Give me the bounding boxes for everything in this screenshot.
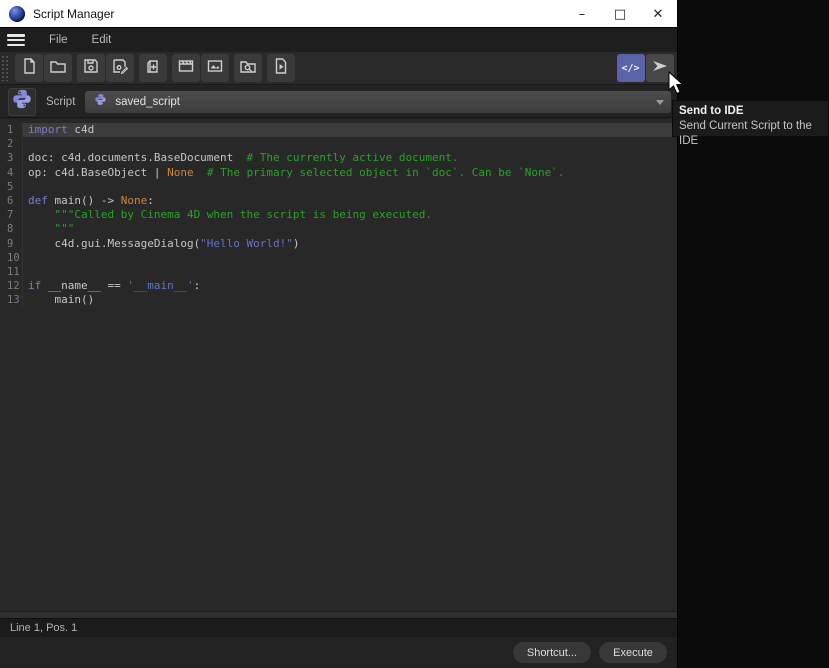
menu-file[interactable]: File xyxy=(37,34,80,46)
file-play-icon xyxy=(272,57,290,80)
code-line[interactable]: 10 xyxy=(0,251,677,265)
save-icon xyxy=(82,57,100,80)
menu-edit[interactable]: Edit xyxy=(80,34,124,46)
tooltip-description: Send Current Script to the IDE xyxy=(679,119,822,149)
mouse-cursor xyxy=(668,71,686,102)
code-line[interactable]: 6def main() -> None: xyxy=(0,194,677,208)
script-selector-row: Script saved_script xyxy=(0,86,677,118)
code-text xyxy=(22,137,677,151)
code-text: def main() -> None: xyxy=(22,194,677,208)
cursor-position-status: Line 1, Pos. 1 xyxy=(10,622,77,634)
python-logo-icon xyxy=(11,88,33,115)
maximize-button[interactable]: □ xyxy=(601,0,639,28)
code-line[interactable]: 2 xyxy=(0,137,677,151)
menubar: File Edit xyxy=(0,28,677,52)
code-text: """ xyxy=(22,222,677,236)
save-script-button[interactable] xyxy=(77,54,105,82)
new-script-icon xyxy=(20,57,38,80)
python-small-icon xyxy=(94,93,107,111)
code-text: main() xyxy=(22,293,677,307)
line-number: 1 xyxy=(0,123,22,137)
script-label: Script xyxy=(46,96,75,108)
open-folder-icon xyxy=(49,57,67,80)
line-number: 6 xyxy=(0,194,22,208)
titlebar[interactable]: Script Manager – □ ✕ xyxy=(0,0,677,28)
line-number: 9 xyxy=(0,237,22,251)
film-clapper-icon xyxy=(177,57,195,80)
new-script-button[interactable] xyxy=(15,54,43,82)
chevron-down-icon xyxy=(656,100,664,105)
close-button[interactable]: ✕ xyxy=(639,0,677,28)
open-script-button[interactable] xyxy=(44,54,72,82)
code-line[interactable]: 8 """ xyxy=(0,222,677,236)
window-controls: – □ ✕ xyxy=(563,0,677,28)
code-line[interactable]: 3doc: c4d.documents.BaseDocument # The c… xyxy=(0,151,677,165)
toolbar: </> xyxy=(0,52,677,85)
code-text: import c4d xyxy=(22,123,677,137)
desktop-background: Script Manager – □ ✕ File Edit xyxy=(0,0,829,668)
code-line[interactable]: 13 main() xyxy=(0,293,677,307)
minimize-button[interactable]: – xyxy=(563,0,601,28)
save-script-as-button[interactable] xyxy=(106,54,134,82)
code-text: c4d.gui.MessageDialog("Hello World!") xyxy=(22,237,677,251)
execute-button[interactable]: Execute xyxy=(599,642,667,663)
film-button[interactable] xyxy=(172,54,200,82)
tooltip-title: Send to IDE xyxy=(679,104,822,119)
code-text: """Called by Cinema 4D when the script i… xyxy=(22,208,677,222)
code-text: doc: c4d.documents.BaseDocument # The cu… xyxy=(22,151,677,165)
code-text xyxy=(22,251,677,265)
save-as-icon xyxy=(111,57,129,80)
line-number: 3 xyxy=(0,151,22,165)
code-line[interactable]: 1import c4d xyxy=(0,123,677,137)
duplicate-plus-icon xyxy=(144,57,162,80)
run-script-button[interactable] xyxy=(267,54,295,82)
folder-search-icon xyxy=(239,57,257,80)
script-dropdown-value: saved_script xyxy=(115,96,180,108)
script-dropdown[interactable]: saved_script xyxy=(85,91,671,113)
cinema4d-logo-icon xyxy=(9,6,25,22)
horizontal-scrollbar-track[interactable] xyxy=(0,611,677,618)
code-line[interactable]: 11 xyxy=(0,265,677,279)
browse-scripts-button[interactable] xyxy=(234,54,262,82)
line-number: 10 xyxy=(0,251,22,265)
code-line[interactable]: 4op: c4d.BaseObject | None # The primary… xyxy=(0,166,677,180)
line-number: 2 xyxy=(0,137,22,151)
code-line[interactable]: 5 xyxy=(0,180,677,194)
code-text xyxy=(22,180,677,194)
image-icon xyxy=(206,57,224,80)
image-button[interactable] xyxy=(201,54,229,82)
hamburger-menu-icon[interactable] xyxy=(7,34,25,46)
code-lines: 1import c4d23doc: c4d.documents.BaseDocu… xyxy=(0,123,677,307)
code-line[interactable]: 7 """Called by Cinema 4D when the script… xyxy=(0,208,677,222)
line-number: 8 xyxy=(0,222,22,236)
code-editor[interactable]: 1import c4d23doc: c4d.documents.BaseDocu… xyxy=(0,119,677,611)
line-number: 7 xyxy=(0,208,22,222)
footer-bar: Shortcut... Execute xyxy=(0,637,677,668)
code-text: op: c4d.BaseObject | None # The primary … xyxy=(22,166,677,180)
shortcut-button[interactable]: Shortcut... xyxy=(513,642,591,663)
code-text: if __name__ == '__main__': xyxy=(22,279,677,293)
script-manager-window: Script Manager – □ ✕ File Edit xyxy=(0,0,678,668)
statusbar: Line 1, Pos. 1 xyxy=(0,618,677,637)
send-to-ide-tooltip: Send to IDE Send Current Script to the I… xyxy=(672,100,829,137)
send-to-ide-icon xyxy=(650,56,670,81)
python-script-button[interactable] xyxy=(8,88,36,116)
line-number: 11 xyxy=(0,265,22,279)
code-line[interactable]: 9 c4d.gui.MessageDialog("Hello World!") xyxy=(0,237,677,251)
toolbar-grip-handle[interactable] xyxy=(1,55,10,81)
window-title: Script Manager xyxy=(33,7,114,21)
line-number: 4 xyxy=(0,166,22,180)
code-editor-button[interactable]: </> xyxy=(617,54,645,82)
line-number: 13 xyxy=(0,293,22,307)
line-number: 12 xyxy=(0,279,22,293)
code-text xyxy=(22,265,677,279)
line-number: 5 xyxy=(0,180,22,194)
toolbar-right-group: </> xyxy=(616,54,674,82)
code-line[interactable]: 12if __name__ == '__main__': xyxy=(0,279,677,293)
duplicate-script-button[interactable] xyxy=(139,54,167,82)
